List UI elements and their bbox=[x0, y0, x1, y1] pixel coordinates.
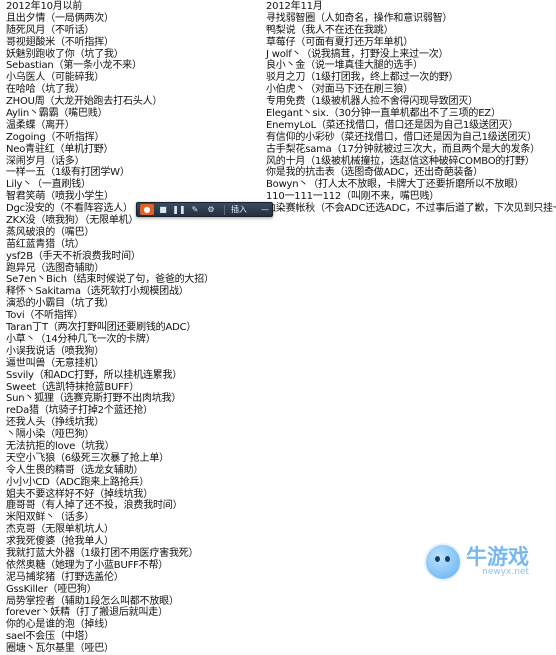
left-entry: 一样一五（1级有打团学W） bbox=[6, 167, 130, 179]
left-entry: 逼世叫兽（无意挂机） bbox=[6, 357, 104, 369]
left-entry: 小草丶（14分种几飞一次的卡牌） bbox=[6, 333, 156, 345]
right-entry: 110一111一112（叫刚不来，嘴巴贱） bbox=[266, 191, 440, 203]
left-entry: Sebastian（第一条小龙不来） bbox=[6, 60, 142, 72]
watermark: 牛游戏 newyx.net bbox=[424, 542, 552, 582]
left-column: 2012年10月以前 且出夕情（一局俩两次） 随死风月（不听话） 哥视翅酸米（不听指… bbox=[6, 0, 256, 655]
left-entry: 跑异兄（选图奇辅助） bbox=[6, 262, 104, 274]
left-entry: 且出夕情（一局俩两次） bbox=[6, 12, 114, 24]
right-entry: 良小丶金（说一堆真佳大腿的选手） bbox=[266, 60, 423, 72]
left-entry: 还我人头（挣线坑我） bbox=[6, 417, 104, 429]
left-entry: ZHOU周（大龙开始跑去打石头人） bbox=[6, 96, 163, 108]
left-entry: 你的心是谁的泡（掉线） bbox=[6, 619, 114, 631]
left-entry: 米阳双鲜丶（话多） bbox=[6, 512, 95, 524]
right-entry: 驳月之刀（1级打团我，终上都过一次的野） bbox=[266, 72, 459, 84]
mascot-logo-icon bbox=[424, 543, 462, 581]
right-entry: J wolf丶（说我搞茸，打野没上来过一次） bbox=[266, 48, 449, 60]
insert-button[interactable]: 插入 bbox=[231, 204, 247, 215]
left-entry: 小误我说话（喷我狗） bbox=[6, 345, 104, 357]
left-column-heading: 2012年10月以前 bbox=[6, 1, 83, 12]
left-entry: Se7en丶Bich（结束时候说了句，爸爸的大招） bbox=[6, 274, 214, 286]
left-entry: 释怀丶Sakitama（选死软打小规模团战） bbox=[6, 286, 189, 298]
right-column-heading: 2012年11月 bbox=[266, 1, 323, 12]
pen-icon[interactable]: ✎ bbox=[188, 204, 202, 215]
left-entry: 我就打蓝大外器（1级打团不用医疗害我死） bbox=[6, 547, 199, 559]
settings-icon[interactable]: ⚙ bbox=[204, 204, 218, 215]
left-entry: 小乌医人（可能碎我） bbox=[6, 72, 104, 84]
left-entry: 天空小飞狼（6级死三次暴了抢上单） bbox=[6, 452, 169, 464]
left-entry: Aylin丶霸霸（嘴巴贱） bbox=[6, 108, 108, 120]
left-entry: 鹿哥哥（有人掉了还不投，浪费我时间） bbox=[6, 500, 183, 512]
left-entry: 令人生畏的精哥（选龙女辅助） bbox=[6, 464, 144, 476]
left-entry: 哥视翅酸米（不听指挥） bbox=[6, 36, 114, 48]
left-entry: 局势掌控者（辅助1段怎么叫都不放眼） bbox=[6, 595, 179, 607]
left-entry: GssKiller（哑巴狗） bbox=[6, 583, 97, 595]
watermark-text: 牛游戏 newyx.net bbox=[466, 547, 529, 577]
right-entry: 寻找弱智圈（人如奇名，操作和意识弱智） bbox=[266, 12, 453, 24]
left-entry: 妖魅别跑收了你（坑了我） bbox=[6, 48, 124, 60]
right-entry: 草莓仔（可面有夏打还万年单机） bbox=[266, 36, 413, 48]
right-entry: 鸭梨说（我人不在还在我跳） bbox=[266, 24, 394, 36]
left-entry: Ssvily（和ADC打野，所以挂机连累我） bbox=[6, 369, 183, 381]
watermark-url: newyx.net bbox=[482, 567, 529, 577]
left-entry: 姐夫不要这样好不好（掉线坑我） bbox=[6, 488, 153, 500]
left-entry: Taran丁T（两次打野叫团还要刷钱的ADC） bbox=[6, 322, 197, 334]
right-entry: 古手梨花sama（17分钟就被过三次大，而且两个是大的发条） bbox=[266, 143, 540, 155]
left-entry: 演恐的小霸目（坑了我） bbox=[6, 298, 114, 310]
right-entry: 有信仰的小彩砂（菜还找借口，借口还是因为自己1级送团灭） bbox=[266, 131, 537, 143]
left-entry: 苗红蓝青猎（坑） bbox=[6, 238, 85, 250]
right-entry: Elegant丶six.（30分钟一直单机都出不了三项的EZ） bbox=[266, 108, 501, 120]
left-entry: 温柔蝶（离开） bbox=[6, 119, 75, 131]
left-entry: Neo青驻红（单机打野） bbox=[6, 143, 114, 155]
left-entry: 蒸风破浪的（嘴巴） bbox=[6, 226, 95, 238]
right-entry: Bowyn丶（打人太不放眼，卡牌大丁还要折磨所以不放眼） bbox=[266, 179, 524, 191]
left-entry: Sun丶狐狸（选赛克斯打野不出肉坑我） bbox=[6, 393, 182, 405]
left-entry: Tovi（不听指挥） bbox=[6, 310, 84, 322]
left-entry: 泥马捕浆猪（打野选盖伦） bbox=[6, 571, 124, 583]
minimize-icon[interactable]: — bbox=[261, 205, 269, 214]
right-entry: 血染赛帐秋（不会ADC还选ADC，不过事后道了歉，下次见到只挂一次） bbox=[266, 203, 556, 215]
right-entry: 你是我的抗击表（选图奇做ADC，还出奇葩装备） bbox=[266, 167, 483, 179]
left-entry: 无法抗拒的love（坑我） bbox=[6, 440, 115, 452]
left-entry: 小小小CD（ADC跑来上路抢兵） bbox=[6, 476, 150, 488]
pause-icon[interactable]: ❚❚ bbox=[172, 204, 186, 215]
left-entry: 依然奥糖（她理为了小蓝BUFF不帮） bbox=[6, 559, 169, 571]
left-entry: 杰克哥（无限单机坑人） bbox=[6, 524, 114, 536]
left-entry: reDa猎（坑骑子打掉2个蓝还抢） bbox=[6, 405, 153, 417]
left-entry: 丶隔小染（哑巴狗） bbox=[6, 429, 95, 441]
stop-icon[interactable]: ■ bbox=[156, 204, 170, 215]
left-entry: Lily丶（一直刷钱） bbox=[6, 179, 91, 191]
left-column-list: 且出夕情（一局俩两次） 随死风月（不听话） 哥视翅酸米（不听指挥） 妖魅别跑收了你（坑… bbox=[6, 13, 256, 655]
left-entry: Sweet（选凯特抹抢蓝BUFF） bbox=[6, 381, 140, 393]
left-entry: Zogoing（不听指挥） bbox=[6, 131, 105, 143]
left-entry: 求我死傻婆（抢我单人） bbox=[6, 536, 114, 548]
right-entry: 风的十月（1级被机械撞拉，选赵信这种破碎COMBO的打野） bbox=[266, 155, 535, 167]
right-column-list: 寻找弱智圈（人如奇名，操作和意识弱智） 鸭梨说（我人不在还在我跳） 草莓仔（可面有夏… bbox=[266, 13, 556, 215]
right-column: 2012年11月 寻找弱智圈（人如奇名，操作和意识弱智） 鸭梨说（我人不在还在我跳… bbox=[266, 0, 556, 215]
record-icon[interactable]: ● bbox=[140, 204, 154, 215]
left-entry: 在哈哈（坑了我） bbox=[6, 84, 85, 96]
watermark-name: 牛游戏 bbox=[466, 545, 529, 569]
right-entry: 专用免费（1级被机器人捡不舍得闪现导致团灭） bbox=[266, 96, 478, 108]
toolbar-divider bbox=[224, 204, 225, 215]
right-entry: 小伯虎丶（对面马下还在刷三狼） bbox=[266, 84, 413, 96]
screen-recorder-toolbar: ● ■ ❚❚ ✎ ⚙ 插入 — bbox=[136, 202, 273, 217]
left-entry: 圈塘丶瓦尔基里（哑巴） bbox=[6, 643, 114, 655]
left-entry: forever丶妖精（打了搬退后就叫走） bbox=[6, 607, 168, 619]
left-entry: sael不会压（中塔） bbox=[6, 631, 95, 643]
left-entry: 随死风月（不听话） bbox=[6, 24, 95, 36]
right-entry: EnemyLoL（菜还找借口，借口还是因为自己1级送团灭） bbox=[266, 119, 519, 131]
left-entry: 深闹岁月（话多） bbox=[6, 155, 85, 167]
left-entry: ysf2B（手天不祈浪费我时间） bbox=[6, 250, 141, 262]
